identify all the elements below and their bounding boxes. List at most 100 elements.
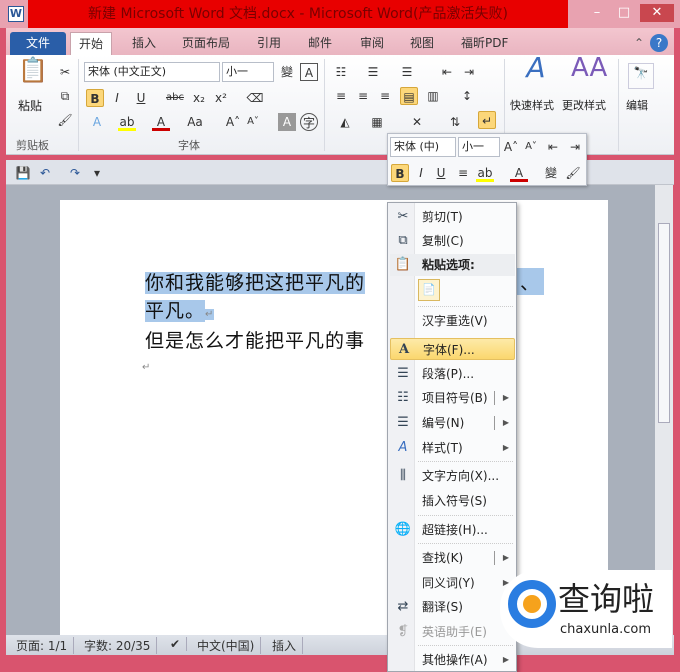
menu-item-paragraph[interactable]: ☰ 段落(P)... xyxy=(390,363,515,385)
document-page[interactable]: 你和我能够把这把平凡的 、 平凡。↵ 但是怎么才能把平凡的事 ↵ xyxy=(60,200,608,635)
align-right-icon[interactable]: ≡ xyxy=(376,87,394,105)
increase-indent-icon[interactable]: ⇥ xyxy=(460,63,478,81)
redo-icon[interactable]: ↷ xyxy=(66,164,84,182)
change-styles-button[interactable]: 更改样式 xyxy=(562,97,606,113)
numbering-icon[interactable]: ☰ xyxy=(364,63,382,81)
change-case-icon[interactable]: Aa xyxy=(186,113,204,131)
bullets-icon[interactable]: ☷ xyxy=(332,63,350,81)
bold-button[interactable]: B xyxy=(86,89,104,107)
keep-text-only-paste-button[interactable]: 📄 xyxy=(418,279,440,301)
paste-icon[interactable]: 📋 xyxy=(18,58,48,91)
subscript-button[interactable]: x₂ xyxy=(190,89,208,107)
font-name-combo[interactable]: 宋体 (中文正文) xyxy=(84,62,220,82)
tab-home[interactable]: 开始 xyxy=(70,32,113,56)
selected-text-line1-tail[interactable]: 、 xyxy=(516,268,545,295)
tab-review[interactable]: 审阅 xyxy=(352,32,392,56)
clear-formatting-icon[interactable]: ⌫ xyxy=(246,89,264,107)
enclose-characters-icon[interactable]: 字 xyxy=(300,113,318,131)
menu-item-bullets[interactable]: ☷ 项目符号(B) ▶ xyxy=(390,387,515,409)
menu-item-insert-symbol[interactable]: 插入符号(S) xyxy=(390,490,515,512)
text-line3[interactable]: 但是怎么才能把平凡的事 xyxy=(145,326,365,353)
tab-references[interactable]: 引用 xyxy=(249,32,289,56)
close-button[interactable]: ✕ xyxy=(640,4,674,22)
mini-increase-indent-icon[interactable]: ⇥ xyxy=(566,138,584,156)
vertical-scrollbar[interactable] xyxy=(655,185,673,635)
menu-item-translate[interactable]: ⇄ 翻译(S) xyxy=(390,596,515,618)
shrink-font-icon[interactable]: A˅ xyxy=(244,113,262,131)
find-binoculars-icon[interactable]: 🔭 xyxy=(628,63,654,89)
selected-text-line2[interactable]: 平凡。 xyxy=(145,300,206,322)
multilevel-list-icon[interactable]: ☰ xyxy=(398,63,416,81)
tab-file[interactable]: 文件 xyxy=(10,32,66,56)
status-language[interactable]: 中文(中国) xyxy=(191,637,262,654)
save-icon[interactable]: 💾 xyxy=(14,164,32,182)
format-painter-icon[interactable]: 🖌 xyxy=(56,111,74,129)
undo-icon[interactable]: ↶ xyxy=(36,164,54,182)
mini-phonetic-icon[interactable]: 變 xyxy=(542,164,560,182)
minimize-button[interactable]: – xyxy=(585,4,609,22)
menu-item-reconvert[interactable]: 汉字重选(V) xyxy=(390,310,515,332)
mini-italic-button[interactable]: I xyxy=(412,164,430,182)
borders-icon[interactable]: ▦ xyxy=(368,113,386,131)
show-hide-marks-icon[interactable]: ↵ xyxy=(478,111,496,129)
tab-view[interactable]: 视图 xyxy=(402,32,442,56)
chinese-layout-icon[interactable]: ✕ xyxy=(408,113,426,131)
mini-font-name-combo[interactable]: 宋体 (中) xyxy=(390,137,456,157)
cut-icon[interactable]: ✂ xyxy=(56,63,74,81)
mini-highlight-icon[interactable]: ab xyxy=(476,164,494,182)
highlight-icon[interactable]: ab xyxy=(118,113,136,131)
menu-item-cut[interactable]: ✂ 剪切(T) xyxy=(390,206,515,228)
menu-item-synonyms[interactable]: 同义词(Y) ▶ xyxy=(390,572,515,594)
mini-bold-button[interactable]: B xyxy=(391,164,409,182)
character-border-icon[interactable]: A xyxy=(300,63,318,81)
underline-button[interactable]: U xyxy=(132,89,150,107)
editing-button[interactable]: 编辑 xyxy=(626,97,648,113)
center-icon[interactable]: ≡ xyxy=(354,87,372,105)
font-color-icon[interactable]: A xyxy=(152,113,170,131)
mini-center-icon[interactable]: ≡ xyxy=(454,164,472,182)
status-insert-mode[interactable]: 插入 xyxy=(266,637,304,654)
tab-mailings[interactable]: 邮件 xyxy=(300,32,340,56)
align-left-icon[interactable]: ≡ xyxy=(332,87,350,105)
sort-icon[interactable]: ⇅ xyxy=(446,113,464,131)
collapse-ribbon-icon[interactable]: ⌃ xyxy=(626,32,652,56)
mini-shrink-font-icon[interactable]: A˅ xyxy=(522,138,540,156)
line-spacing-icon[interactable]: ↕ xyxy=(458,87,476,105)
grow-font-icon[interactable]: A˄ xyxy=(224,113,242,131)
italic-button[interactable]: I xyxy=(108,89,126,107)
maximize-button[interactable]: □ xyxy=(612,4,636,22)
menu-item-hyperlink[interactable]: 🌐 超链接(H)... xyxy=(390,519,515,541)
mini-grow-font-icon[interactable]: A˄ xyxy=(502,138,520,156)
menu-item-font[interactable]: A 字体(F)... xyxy=(390,338,515,360)
copy-icon[interactable]: ⧉ xyxy=(56,87,74,105)
font-size-combo[interactable]: 小一 xyxy=(222,62,274,82)
tab-foxit-pdf[interactable]: 福昕PDF xyxy=(453,32,516,56)
status-word-count[interactable]: 字数: 20/35 xyxy=(78,637,158,654)
superscript-button[interactable]: x² xyxy=(212,89,230,107)
menu-item-find[interactable]: 查找(K) ▶ xyxy=(390,547,515,569)
menu-item-copy[interactable]: ⧉ 复制(C) xyxy=(390,230,515,252)
change-styles-icon[interactable]: AA xyxy=(571,55,607,93)
quick-styles-icon[interactable]: A xyxy=(521,54,551,93)
shading-icon[interactable]: ◭ xyxy=(336,113,354,131)
scrollbar-thumb[interactable] xyxy=(658,223,670,423)
customize-qat-icon[interactable]: ▾ xyxy=(88,164,106,182)
proofing-icon[interactable]: ✔ xyxy=(164,637,188,651)
help-icon[interactable]: ? xyxy=(650,34,668,52)
selected-text-line1[interactable]: 你和我能够把这把平凡的 xyxy=(145,272,366,294)
paste-button[interactable]: 粘贴 xyxy=(18,97,42,114)
phonetic-guide-icon[interactable]: 變 xyxy=(278,63,296,81)
strikethrough-button[interactable]: abc xyxy=(166,89,184,107)
mini-format-painter-icon[interactable]: 🖌 xyxy=(564,164,582,182)
word-app-icon[interactable]: W xyxy=(8,6,24,22)
tab-page-layout[interactable]: 页面布局 xyxy=(174,32,238,56)
decrease-indent-icon[interactable]: ⇤ xyxy=(438,63,456,81)
quick-styles-button[interactable]: 快速样式 xyxy=(510,97,554,113)
mini-font-size-combo[interactable]: 小一 xyxy=(458,137,500,157)
status-page[interactable]: 页面: 1/1 xyxy=(10,637,75,654)
justify-icon[interactable]: ▤ xyxy=(400,87,418,105)
text-effects-icon[interactable]: A xyxy=(88,113,106,131)
mini-font-color-icon[interactable]: A xyxy=(510,164,528,182)
tab-insert[interactable]: 插入 xyxy=(124,32,164,56)
mini-underline-button[interactable]: U xyxy=(432,164,450,182)
